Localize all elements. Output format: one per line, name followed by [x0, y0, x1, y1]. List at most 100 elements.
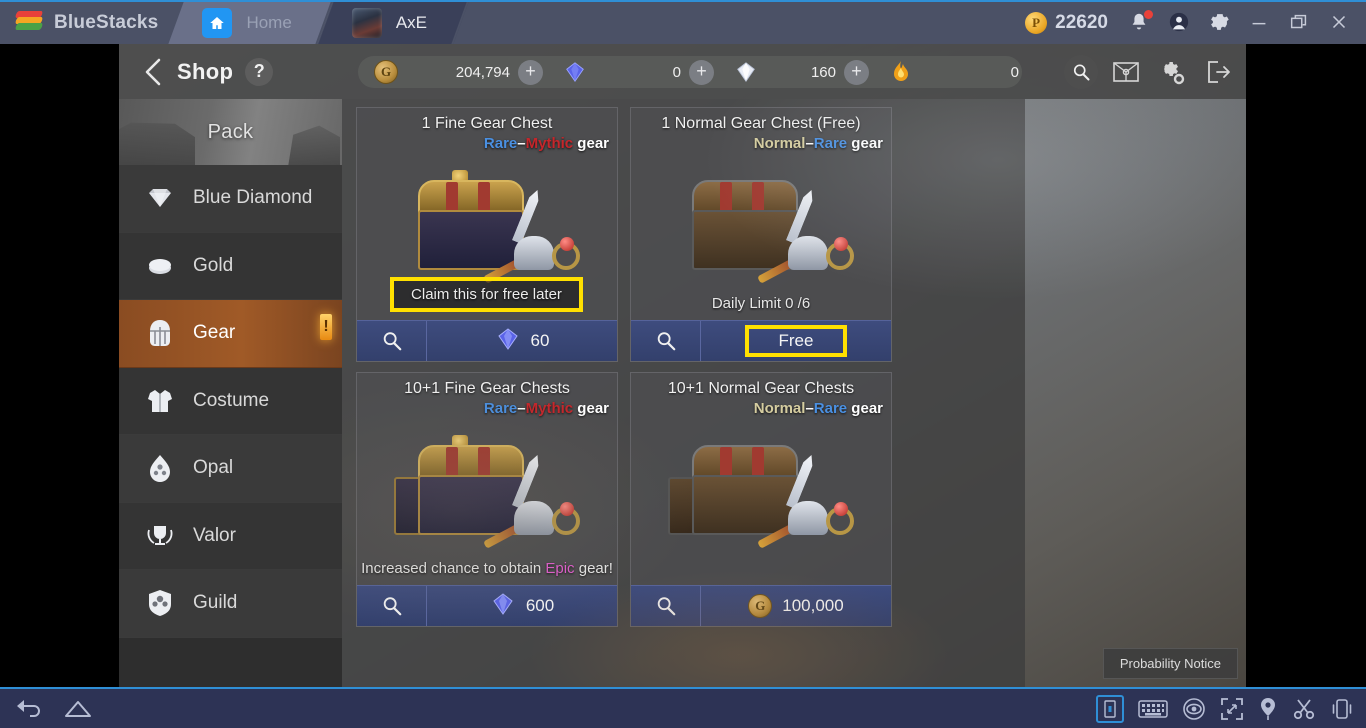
rarity-low: Rare: [483, 400, 518, 417]
shake-icon[interactable]: [1330, 697, 1354, 721]
bell-icon[interactable]: [1128, 10, 1153, 35]
card-title: 10+1 Normal Gear Chests: [667, 380, 855, 397]
sidebar-item-guild[interactable]: Guild: [119, 570, 342, 638]
search-icon[interactable]: [357, 321, 427, 361]
gold-coin-icon: G: [372, 58, 400, 86]
back-chevron-icon[interactable]: [133, 52, 173, 92]
card-artwork: [357, 417, 617, 556]
settings-icon[interactable]: [1154, 54, 1190, 90]
tab-home-label: Home: [246, 13, 292, 32]
rarity-high: Rare: [813, 135, 848, 152]
sidebar-item-valor[interactable]: Valor: [119, 502, 342, 570]
help-button[interactable]: ?: [245, 57, 274, 86]
card-rarity: Normal–Rare gear: [753, 135, 883, 152]
bluestacks-logo-icon: [14, 11, 44, 35]
free-button-label[interactable]: Free: [744, 325, 848, 357]
card-title: 10+1 Fine Gear Chests: [404, 380, 570, 397]
price-value: 600: [525, 596, 555, 615]
search-icon[interactable]: [357, 586, 427, 626]
location-icon[interactable]: [1258, 697, 1278, 721]
sidebar-item-guild-label: Guild: [193, 592, 238, 614]
currency-white-diamond-value: 160: [810, 63, 836, 81]
page-title: Shop: [177, 58, 234, 84]
diamond-icon: [143, 181, 177, 215]
shop-card-normal-gear-chests-10plus1[interactable]: 10+1 Normal Gear Chests Normal–Rare gear: [630, 372, 892, 627]
probability-notice-button[interactable]: Probability Notice: [1102, 648, 1238, 679]
currency-blue-diamond-plus[interactable]: +: [689, 59, 714, 85]
note-accent: Epic: [545, 560, 575, 577]
sidebar-item-costume[interactable]: Costume: [119, 367, 342, 435]
fullscreen-icon[interactable]: [1220, 697, 1244, 721]
back-icon[interactable]: [16, 698, 42, 720]
shop-header: Shop ? G 204,794 + 0 + 160 + 0: [119, 44, 1246, 99]
search-icon[interactable]: [631, 321, 701, 361]
buy-button[interactable]: 60: [427, 327, 617, 356]
free-claim-button[interactable]: Free: [701, 325, 891, 357]
points-display[interactable]: P 22620: [1025, 12, 1108, 34]
shirt-icon: [143, 384, 177, 418]
exit-icon[interactable]: [1200, 54, 1236, 90]
tab-axe[interactable]: AxE: [326, 2, 461, 44]
shop-card-normal-gear-chest-free[interactable]: 1 Normal Gear Chest (Free) Normal–Rare g…: [630, 107, 892, 362]
gear-icon[interactable]: [1208, 11, 1232, 35]
sidebar-item-gold[interactable]: Gold: [119, 232, 342, 300]
shop-content: 1 Fine Gear Chest Rare–Mythic gear Claim…: [342, 99, 1025, 687]
currency-flame[interactable]: 0: [887, 56, 1027, 88]
eye-icon[interactable]: [1182, 697, 1206, 721]
currency-white-diamond-plus[interactable]: +: [844, 59, 869, 85]
card-footer: 60: [357, 320, 617, 361]
keyboard-icon[interactable]: [1138, 698, 1168, 720]
sidebar-item-gear[interactable]: Gear !: [119, 300, 342, 368]
portrait-icon[interactable]: [1096, 694, 1124, 723]
shop-card-fine-gear-chests-10plus1[interactable]: 10+1 Fine Gear Chests Rare–Mythic gear I…: [356, 372, 618, 627]
card-note-spacer: [631, 556, 891, 585]
card-artwork: [631, 417, 891, 556]
account-icon[interactable]: [1168, 11, 1192, 35]
card-rarity: Rare–Mythic gear: [483, 400, 609, 417]
rarity-low: Normal: [753, 400, 806, 417]
currency-blue-diamond[interactable]: 0 +: [561, 56, 714, 88]
scissors-icon[interactable]: [1292, 697, 1316, 721]
gear-alert-badge: !: [320, 314, 332, 340]
tab-axe-label: AxE: [395, 13, 427, 32]
home-icon[interactable]: [64, 698, 92, 720]
white-diamond-icon: [732, 58, 760, 86]
sidebar-item-blue-diamond[interactable]: Blue Diamond: [119, 165, 342, 233]
helmet-icon: [143, 316, 177, 350]
card-rarity: Rare–Mythic gear: [483, 135, 609, 152]
fine-chest-icon: [412, 169, 580, 284]
titlebar-controls: P 22620: [1025, 2, 1366, 44]
sidebar-item-opal[interactable]: Opal: [119, 435, 342, 503]
bluestacks-brand: BlueStacks: [0, 2, 176, 44]
buy-button[interactable]: 600: [427, 592, 617, 621]
blue-diamond-icon: [495, 327, 521, 356]
bluestacks-brand-label: BlueStacks: [54, 12, 159, 33]
search-icon[interactable]: [1064, 55, 1098, 89]
sidebar-item-pack[interactable]: Pack: [119, 99, 342, 165]
bottombar-nav: [0, 698, 92, 720]
rarity-suffix: gear: [847, 135, 883, 152]
restore-icon[interactable]: [1288, 11, 1312, 35]
rarity-suffix: gear: [573, 135, 609, 152]
buy-button[interactable]: G 100,000: [701, 594, 891, 618]
map-icon[interactable]: [1108, 54, 1144, 90]
close-icon[interactable]: [1328, 11, 1352, 35]
rarity-high: Rare: [813, 400, 848, 417]
points-value: 22620: [1055, 12, 1108, 33]
shop-header-actions: [1064, 54, 1236, 90]
gold-coin-icon: G: [748, 594, 773, 618]
search-icon[interactable]: [631, 586, 701, 626]
rarity-high: Mythic: [525, 400, 574, 417]
card-title: 1 Normal Gear Chest (Free): [661, 115, 861, 132]
shop-card-fine-gear-chest[interactable]: 1 Fine Gear Chest Rare–Mythic gear Claim…: [356, 107, 618, 362]
currency-gold[interactable]: G 204,794 +: [372, 56, 543, 88]
note-prefix: Increased chance to obtain: [361, 560, 546, 577]
currency-gold-plus[interactable]: +: [518, 59, 543, 85]
tab-home[interactable]: Home: [176, 2, 325, 44]
bottombar-tools: [1096, 694, 1354, 723]
claim-free-later-label[interactable]: Claim this for free later: [390, 277, 583, 312]
minimize-icon[interactable]: [1248, 11, 1272, 35]
currency-white-diamond[interactable]: 160 +: [732, 56, 869, 88]
sidebar-item-gear-label: Gear: [193, 322, 236, 344]
trophy-icon: [143, 519, 177, 553]
